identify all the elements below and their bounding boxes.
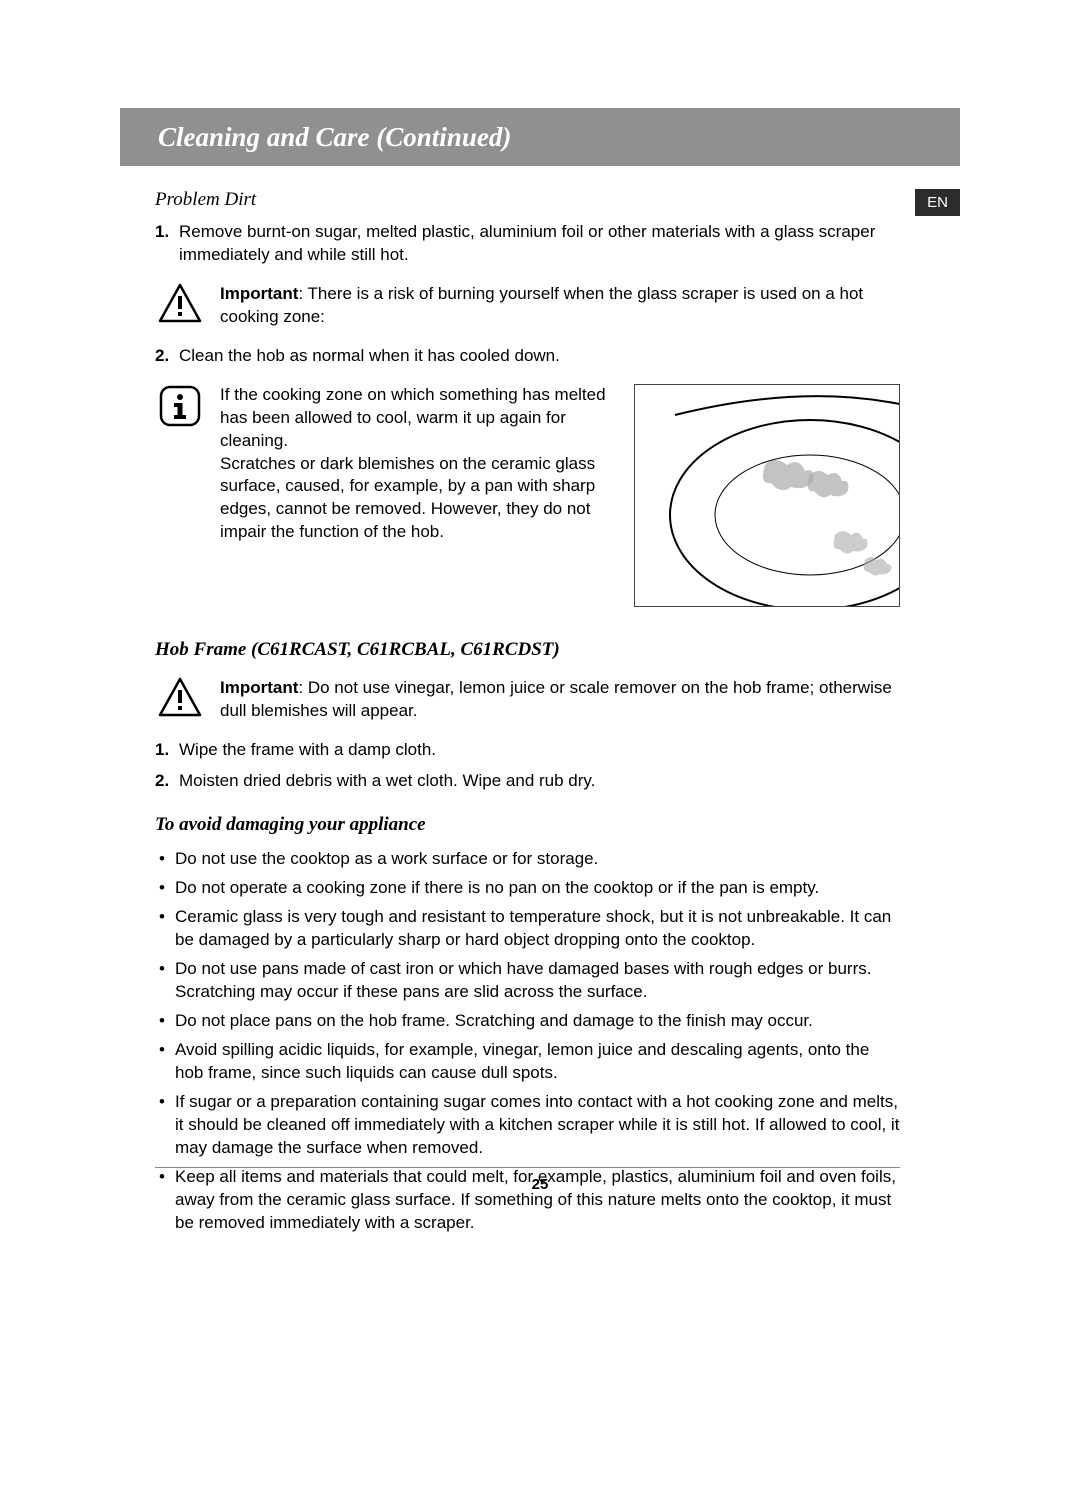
list-item: •If sugar or a preparation containing su… <box>155 1091 900 1160</box>
warning-icon <box>155 677 205 717</box>
info-row: If the cooking zone on which something h… <box>155 384 900 607</box>
list-item: 1. Remove burnt-on sugar, melted plastic… <box>155 221 900 267</box>
warning-callout: Important: Do not use vinegar, lemon jui… <box>155 677 900 723</box>
page-title: Cleaning and Care (Continued) <box>158 122 511 153</box>
info-paragraph: Scratches or dark blemishes on the ceram… <box>220 453 614 545</box>
list-text: Do not use the cooktop as a work surface… <box>175 848 598 871</box>
bullet-icon: • <box>155 877 175 900</box>
list-text: Remove burnt-on sugar, melted plastic, a… <box>179 221 900 267</box>
bullet-icon: • <box>155 906 175 952</box>
list-item: 1. Wipe the frame with a damp cloth. <box>155 739 900 762</box>
list-item: •Do not operate a cooking zone if there … <box>155 877 900 900</box>
warning-text: Important: There is a risk of burning yo… <box>220 283 900 329</box>
list-number: 1. <box>155 221 179 267</box>
bullet-icon: • <box>155 1039 175 1085</box>
footer-rule <box>155 1167 900 1168</box>
warning-body: : Do not use vinegar, lemon juice or sca… <box>220 678 892 720</box>
list-number: 2. <box>155 770 179 793</box>
list-item: •Do not place pans on the hob frame. Scr… <box>155 1010 900 1033</box>
list-text: Do not operate a cooking zone if there i… <box>175 877 819 900</box>
warning-text: Important: Do not use vinegar, lemon jui… <box>220 677 900 723</box>
bullet-icon: • <box>155 958 175 1004</box>
list-item: 2. Moisten dried debris with a wet cloth… <box>155 770 900 793</box>
warning-label: Important <box>220 678 298 697</box>
list-text: Do not use pans made of cast iron or whi… <box>175 958 900 1004</box>
list-text: Wipe the frame with a damp cloth. <box>179 739 436 762</box>
warning-icon <box>155 283 205 323</box>
bullet-icon: • <box>155 1091 175 1160</box>
list-text: Ceramic glass is very tough and resistan… <box>175 906 900 952</box>
section-hob-frame: Hob Frame (C61RCAST, C61RCBAL, C61RCDST)… <box>155 639 900 793</box>
list-text: Clean the hob as normal when it has cool… <box>179 345 560 368</box>
list-item: 2. Clean the hob as normal when it has c… <box>155 345 900 368</box>
warning-callout: Important: There is a risk of burning yo… <box>155 283 900 329</box>
page-number: 25 <box>0 1176 1080 1193</box>
section-heading-problem-dirt: Problem Dirt <box>155 189 900 211</box>
section-avoid-damage: To avoid damaging your appliance •Do not… <box>155 814 900 1234</box>
list-item: •Ceramic glass is very tough and resista… <box>155 906 900 952</box>
list-item: •Avoid spilling acidic liquids, for exam… <box>155 1039 900 1085</box>
list-text: Do not place pans on the hob frame. Scra… <box>175 1010 813 1033</box>
bullet-icon: • <box>155 848 175 871</box>
page-header: Cleaning and Care (Continued) <box>120 108 960 166</box>
bullet-icon: • <box>155 1010 175 1033</box>
info-text: If the cooking zone on which something h… <box>220 384 614 545</box>
language-badge: EN <box>915 189 960 216</box>
list-number: 2. <box>155 345 179 368</box>
list-text: Moisten dried debris with a wet cloth. W… <box>179 770 595 793</box>
info-icon <box>155 384 205 428</box>
list-item: •Do not use the cooktop as a work surfac… <box>155 848 900 871</box>
warning-label: Important <box>220 284 298 303</box>
warning-body: : There is a risk of burning yourself wh… <box>220 284 863 326</box>
section-heading-avoid-damage: To avoid damaging your appliance <box>155 814 900 836</box>
list-text: If sugar or a preparation containing sug… <box>175 1091 900 1160</box>
page-content: Problem Dirt 1. Remove burnt-on sugar, m… <box>155 189 900 1241</box>
list-number: 1. <box>155 739 179 762</box>
info-paragraph: If the cooking zone on which something h… <box>220 384 614 453</box>
list-text: Avoid spilling acidic liquids, for examp… <box>175 1039 900 1085</box>
section-heading-hob-frame: Hob Frame (C61RCAST, C61RCBAL, C61RCDST) <box>155 639 900 661</box>
hob-diagram <box>634 384 900 607</box>
list-item: •Do not use pans made of cast iron or wh… <box>155 958 900 1004</box>
